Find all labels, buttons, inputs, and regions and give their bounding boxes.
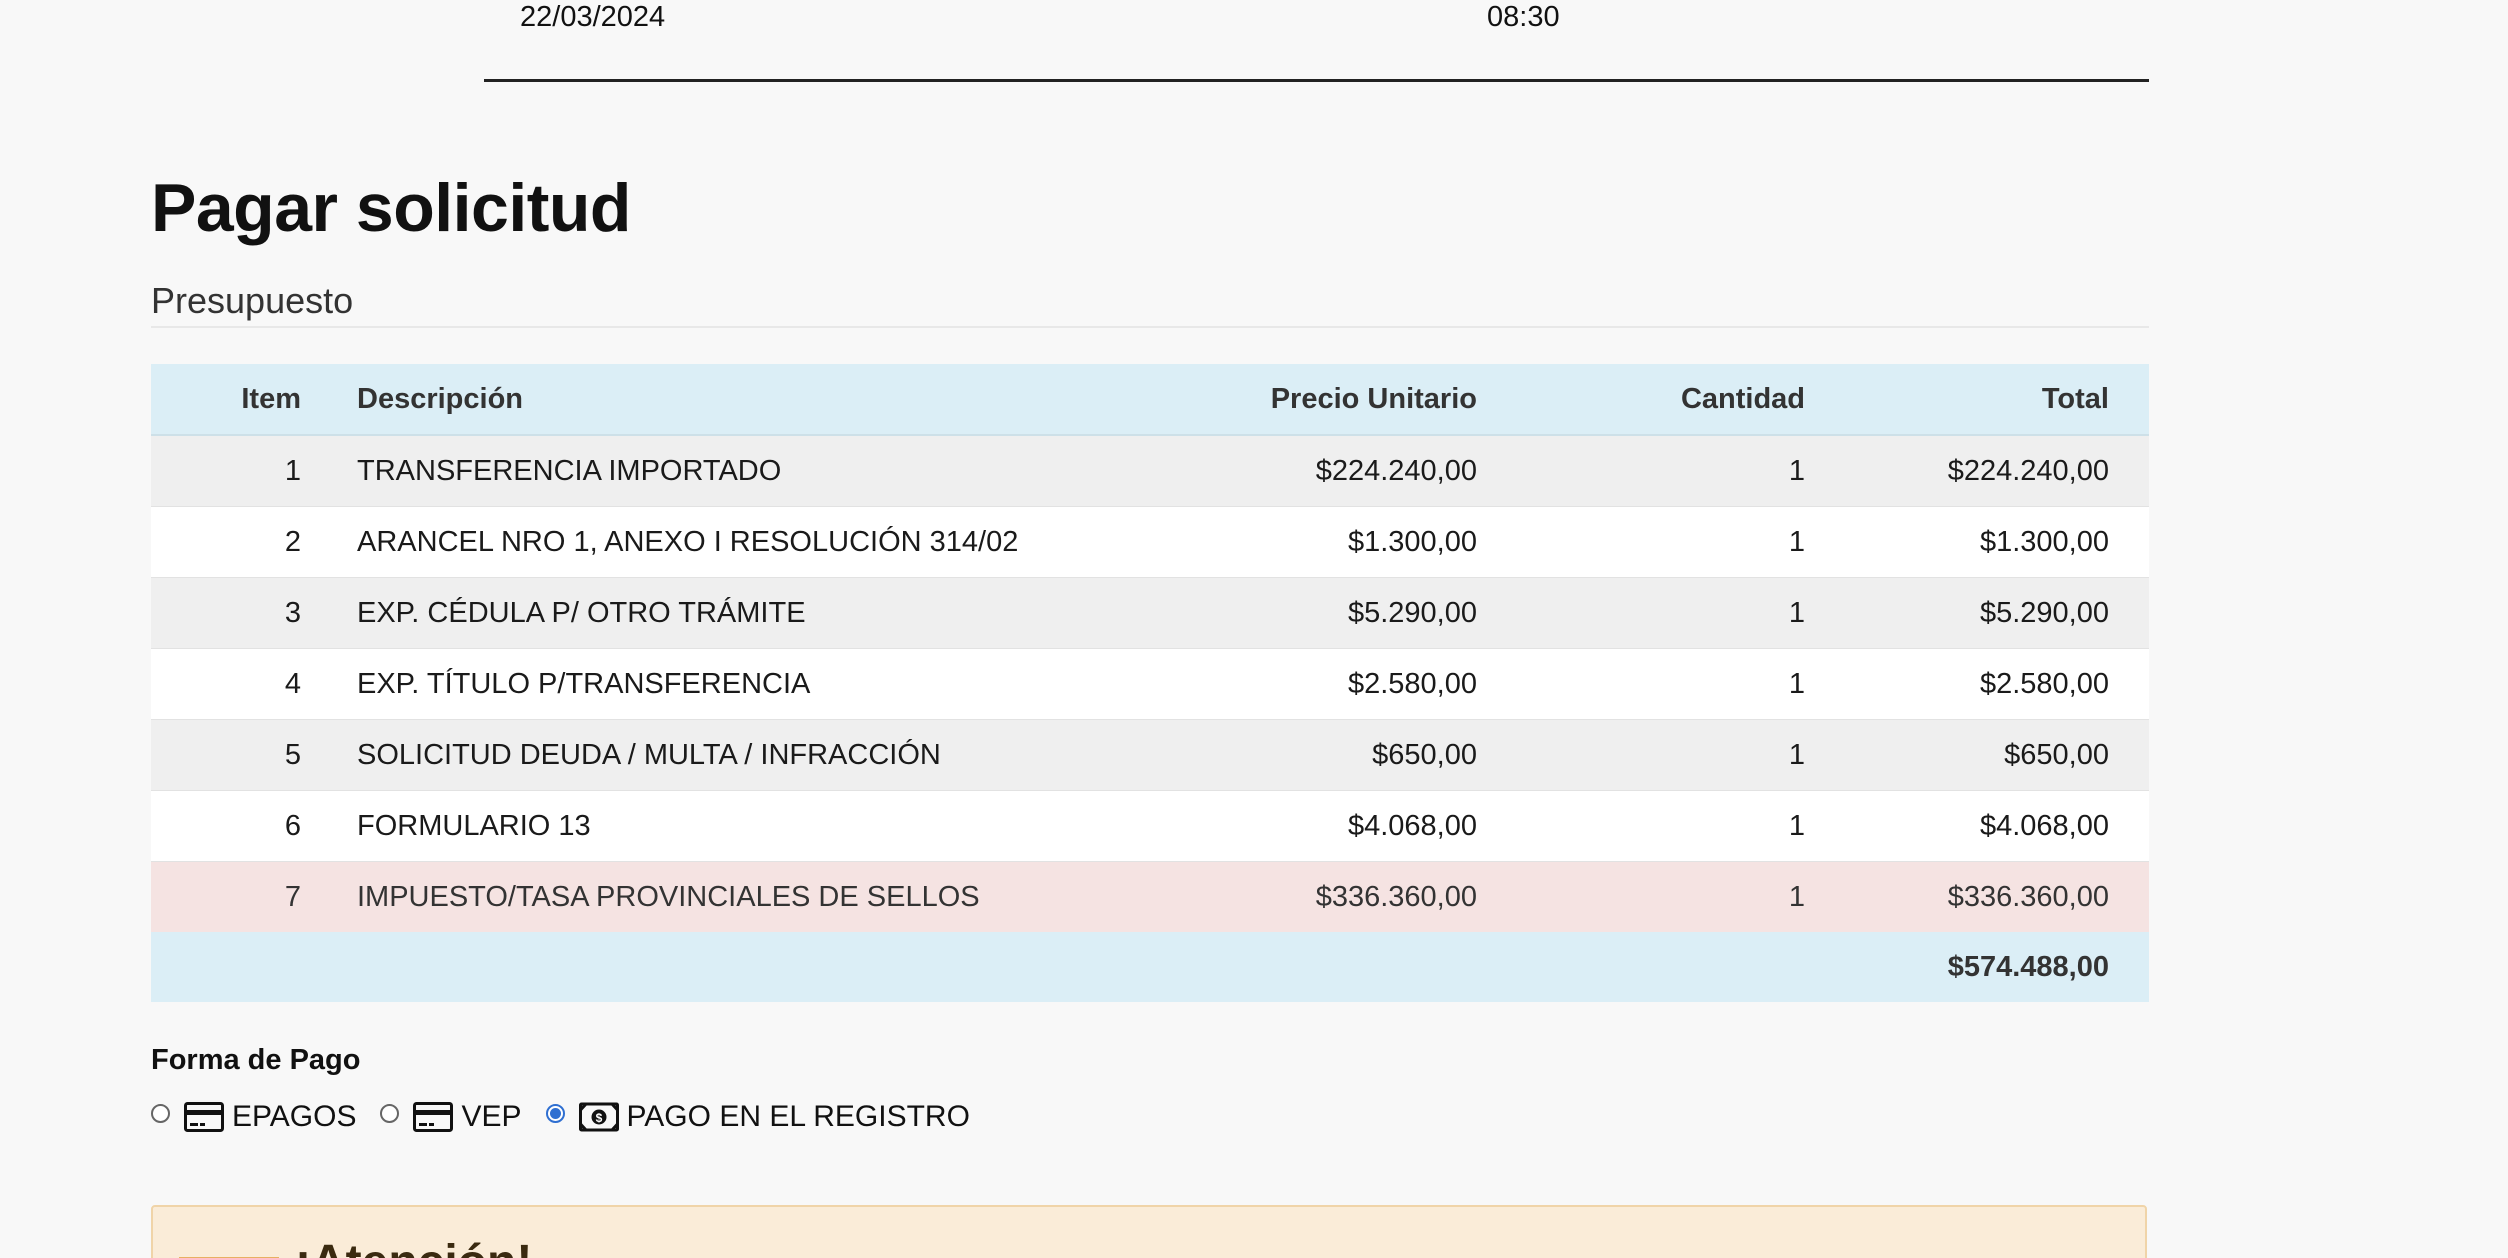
payment-option-pago-en-el-registro[interactable]: $ PAGO EN EL REGISTRO [545, 1100, 970, 1134]
cash-bill-icon: $ [578, 1102, 619, 1132]
cell-unit-price: $1.300,00 [1177, 506, 1517, 578]
cell-total: $2.580,00 [1845, 648, 2149, 720]
table-row-highlighted: 7 IMPUESTO/TASA PROVINCIALES DE SELLOS $… [151, 861, 2149, 932]
cell-description: ARANCEL NRO 1, ANEXO I RESOLUCIÓN 314/02 [311, 506, 1177, 578]
table-total-row: $574.488,00 [151, 932, 2149, 1002]
cell-quantity: 1 [1517, 648, 1845, 720]
cell-unit-price: $4.068,00 [1177, 790, 1517, 862]
credit-card-icon [184, 1102, 224, 1132]
table-header-row: Item Descripción Precio Unitario Cantida… [151, 364, 2149, 436]
credit-card-icon [413, 1102, 454, 1132]
cell-item: 7 [151, 861, 311, 932]
budget-table: Item Descripción Precio Unitario Cantida… [151, 364, 2149, 1002]
cell-item: 1 [151, 434, 311, 507]
column-header-quantity: Cantidad [1517, 364, 1845, 436]
radio-vep[interactable] [380, 1103, 400, 1123]
cell-unit-price: $5.290,00 [1177, 577, 1517, 649]
subtitle-divider [151, 326, 2149, 328]
cell-total: $1.300,00 [1845, 506, 2149, 578]
cell-quantity: 1 [1517, 790, 1845, 862]
radio-pago-en-el-registro[interactable] [545, 1103, 565, 1123]
cell-description: TRANSFERENCIA IMPORTADO [311, 434, 1177, 507]
header-divider [484, 79, 2149, 82]
payment-option-label: PAGO EN EL REGISTRO [626, 1100, 970, 1133]
cell-quantity: 1 [1517, 506, 1845, 578]
payment-option-epagos[interactable]: EPAGOS [151, 1100, 356, 1134]
header-date: 22/03/2024 [520, 1, 666, 33]
cell-description: SOLICITUD DEUDA / MULTA / INFRACCIÓN [311, 719, 1177, 791]
cell-item: 6 [151, 790, 311, 862]
cell-unit-price: $336.360,00 [1177, 861, 1517, 932]
cell-item: 4 [151, 648, 311, 720]
table-row: 5 SOLICITUD DEUDA / MULTA / INFRACCIÓN $… [151, 719, 2149, 791]
cell-quantity: 1 [1517, 434, 1845, 507]
attention-alert: ¡Atención! [151, 1205, 2147, 1258]
cell-unit-price: $2.580,00 [1177, 648, 1517, 720]
payment-option-vep[interactable]: VEP [380, 1100, 522, 1134]
section-subtitle: Presupuesto [151, 280, 354, 321]
page: 22/03/2024 08:30 Pagar solicitud Presupu… [0, 0, 2508, 1258]
cell-total: $650,00 [1845, 719, 2149, 791]
column-header-description: Descripción [311, 364, 1177, 436]
cell-description: EXP. TÍTULO P/TRANSFERENCIA [311, 648, 1177, 720]
payment-method-label: Forma de Pago [151, 1044, 361, 1076]
alert-title: ¡Atención! [295, 1233, 532, 1258]
table-row: 4 EXP. TÍTULO P/TRANSFERENCIA $2.580,00 … [151, 648, 2149, 720]
column-header-item: Item [151, 364, 311, 436]
page-title: Pagar solicitud [151, 170, 631, 246]
table-row: 3 EXP. CÉDULA P/ OTRO TRÁMITE $5.290,00 … [151, 577, 2149, 649]
table-row: 1 TRANSFERENCIA IMPORTADO $224.240,00 1 … [151, 434, 2149, 507]
column-header-total: Total [1845, 364, 2149, 436]
grand-total: $574.488,00 [1947, 950, 2109, 983]
cell-item: 5 [151, 719, 311, 791]
payment-option-label: VEP [461, 1100, 522, 1133]
radio-epagos[interactable] [151, 1103, 170, 1123]
table-row: 2 ARANCEL NRO 1, ANEXO I RESOLUCIÓN 314/… [151, 506, 2149, 578]
header-time: 08:30 [1487, 1, 1560, 33]
column-header-unit-price: Precio Unitario [1177, 364, 1517, 436]
cell-total: $4.068,00 [1845, 790, 2149, 862]
cell-total: $5.290,00 [1845, 577, 2149, 649]
cell-quantity: 1 [1517, 719, 1845, 791]
cell-item: 3 [151, 577, 311, 649]
cell-description: EXP. CÉDULA P/ OTRO TRÁMITE [311, 577, 1177, 649]
cell-total: $336.360,00 [1845, 861, 2149, 932]
cell-quantity: 1 [1517, 577, 1845, 649]
cell-quantity: 1 [1517, 861, 1845, 932]
cell-description: IMPUESTO/TASA PROVINCIALES DE SELLOS [311, 861, 1177, 932]
svg-text:$: $ [595, 1111, 602, 1125]
payment-option-label: EPAGOS [232, 1100, 357, 1133]
cell-unit-price: $650,00 [1177, 719, 1517, 791]
cell-total: $224.240,00 [1845, 434, 2149, 507]
cell-item: 2 [151, 506, 311, 578]
payment-method-group: EPAGOS VEP $ PAGO EN EL REGISTRO [151, 1100, 994, 1134]
cell-description: FORMULARIO 13 [311, 790, 1177, 862]
cell-unit-price: $224.240,00 [1177, 434, 1517, 507]
table-row: 6 FORMULARIO 13 $4.068,00 1 $4.068,00 [151, 790, 2149, 862]
